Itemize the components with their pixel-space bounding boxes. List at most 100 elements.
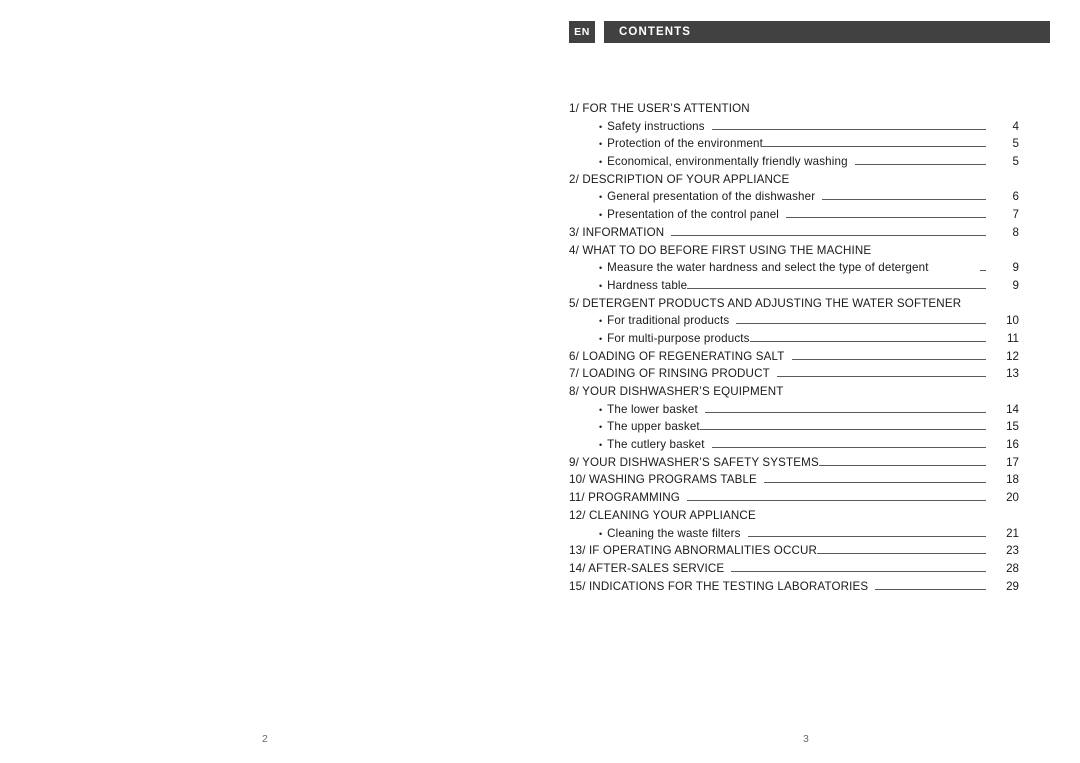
toc-page-number: 10 — [1006, 314, 1019, 328]
toc-entry-label: Hardness table — [607, 278, 688, 292]
toc-page-number: 8 — [1012, 225, 1019, 239]
toc-subentry[interactable]: • Safety instructions 4 — [569, 120, 1019, 138]
table-of-contents: 1/ FOR THE USER’S ATTENTION • Safety instr… — [569, 102, 1019, 597]
toc-page-number: 23 — [1006, 544, 1019, 558]
toc-entry-label: 7/ LOADING OF RINSING PRODUCT — [569, 367, 770, 381]
toc-page-number: 11 — [1006, 331, 1019, 345]
bullet-icon: • — [599, 404, 603, 415]
toc-leader-line — [784, 394, 986, 395]
toc-leader-line — [875, 588, 986, 590]
page-title: CONTENTS — [604, 21, 1050, 43]
toc-section-entry[interactable]: 2/ DESCRIPTION OF YOUR APPLIANCE — [569, 173, 1019, 191]
toc-page-number: 17 — [1006, 455, 1019, 469]
toc-section-entry[interactable]: 9/ YOUR DISHWASHER’S SAFETY SYSTEMS 17 — [569, 456, 1019, 474]
toc-entry-label: 15/ INDICATIONS FOR THE TESTING LABORATO… — [569, 579, 869, 593]
toc-leader-line — [763, 482, 987, 484]
toc-page-number: 28 — [1006, 561, 1019, 575]
toc-leader-line — [818, 464, 987, 466]
toc-leader-line — [750, 111, 986, 112]
toc-page-number: 16 — [1006, 438, 1019, 452]
bullet-icon: • — [599, 192, 603, 203]
toc-leader-line — [699, 429, 987, 431]
toc-subentry[interactable]: • The cutlery basket 16 — [569, 438, 1019, 456]
toc-entry-label: 4/ WHAT TO DO BEFORE FIRST USING THE MAC… — [569, 243, 872, 257]
bullet-icon: • — [599, 263, 603, 274]
toc-entry-label: 11/ PROGRAMMING — [569, 491, 680, 505]
toc-subentry[interactable]: • Hardness table 9 — [569, 279, 1019, 297]
toc-subentry[interactable]: • For traditional products 10 — [569, 314, 1019, 332]
toc-entry-label: Cleaning the waste filters — [607, 526, 741, 540]
toc-section-entry[interactable]: 7/ LOADING OF RINSING PRODUCT 13 — [569, 367, 1019, 385]
bullet-icon: • — [599, 528, 603, 539]
bullet-icon: • — [599, 210, 603, 221]
toc-entry-label: Safety instructions — [607, 119, 705, 133]
toc-page-number: 7 — [1012, 208, 1019, 222]
toc-page-number: 6 — [1012, 190, 1019, 204]
toc-page-number: 21 — [1006, 526, 1019, 540]
toc-section-entry[interactable]: 6/ LOADING OF REGENERATING SALT 12 — [569, 350, 1019, 368]
toc-entry-label: The lower basket — [607, 402, 698, 416]
toc-subentry[interactable]: • For multi-purpose products 11 — [569, 332, 1019, 350]
toc-subentry[interactable]: • Presentation of the control panel 7 — [569, 208, 1019, 226]
bullet-icon: • — [599, 121, 603, 132]
toc-page-number: 14 — [1006, 402, 1019, 416]
language-badge: EN — [569, 21, 595, 43]
toc-leader-line — [756, 518, 986, 519]
toc-section-entry[interactable]: 10/ WASHING PROGRAMS TABLE 18 — [569, 473, 1019, 491]
toc-page-number: 5 — [1012, 155, 1019, 169]
toc-leader-line — [776, 376, 987, 378]
toc-entry-label: 2/ DESCRIPTION OF YOUR APPLIANCE — [569, 172, 790, 186]
toc-page-number: 9 — [1012, 261, 1019, 275]
toc-page-number: 12 — [1006, 349, 1019, 363]
toc-entry-label: Economical, environmentally friendly was… — [607, 155, 848, 169]
toc-page-number: 4 — [1012, 119, 1019, 133]
toc-section-entry[interactable]: 3/ INFORMATION 8 — [569, 226, 1019, 244]
toc-page-number: 18 — [1006, 473, 1019, 487]
toc-leader-line — [687, 287, 986, 289]
toc-entry-label: 6/ LOADING OF REGENERATING SALT — [569, 349, 785, 363]
toc-entry-label: 9/ YOUR DISHWASHER’S SAFETY SYSTEMS — [569, 455, 819, 469]
toc-leader-line — [854, 164, 987, 166]
toc-section-entry[interactable]: 12/ CLEANING YOUR APPLIANCE — [569, 509, 1019, 527]
toc-leader-line — [936, 270, 987, 272]
toc-page-number: 29 — [1006, 579, 1019, 593]
toc-entry-label: 12/ CLEANING YOUR APPLIANCE — [569, 508, 756, 522]
toc-subentry[interactable]: • General presentation of the dishwasher 6 — [569, 190, 1019, 208]
toc-section-entry[interactable]: 4/ WHAT TO DO BEFORE FIRST USING THE MAC… — [569, 244, 1019, 262]
toc-section-entry[interactable]: 13/ IF OPERATING ABNORMALITIES OCCUR 23 — [569, 544, 1019, 562]
toc-section-entry[interactable]: 8/ YOUR DISHWASHER’S EQUIPMENT — [569, 385, 1019, 403]
toc-entry-label: 14/ AFTER-SALES SERVICE — [569, 561, 725, 575]
toc-leader-line — [731, 570, 986, 572]
toc-entry-label: 13/ IF OPERATING ABNORMALITIES OCCUR — [569, 544, 818, 558]
toc-subentry[interactable]: • The lower basket 14 — [569, 403, 1019, 421]
toc-subentry[interactable]: • Protection of the environment 5 — [569, 137, 1019, 155]
bullet-icon: • — [599, 157, 603, 168]
toc-entry-label: 5/ DETERGENT PRODUCTS AND ADJUSTING THE … — [569, 296, 962, 310]
toc-entry-label: Protection of the environment — [607, 137, 763, 151]
toc-leader-line — [736, 323, 986, 325]
toc-leader-line — [671, 234, 986, 236]
toc-entry-label: 1/ FOR THE USER’S ATTENTION — [569, 102, 750, 115]
toc-leader-line — [817, 553, 986, 555]
toc-section-entry[interactable]: 5/ DETERGENT PRODUCTS AND ADJUSTING THE … — [569, 297, 1019, 315]
toc-entry-label: The upper basket — [607, 420, 700, 434]
toc-entry-label: 3/ INFORMATION — [569, 225, 665, 239]
toc-entry-label: General presentation of the dishwasher — [607, 190, 816, 204]
toc-leader-line — [747, 535, 987, 537]
toc-subentry[interactable]: • Measure the water hardness and select t… — [569, 261, 1019, 279]
toc-subentry[interactable]: • The upper basket 15 — [569, 420, 1019, 438]
toc-section-entry[interactable]: 15/ INDICATIONS FOR THE TESTING LABORATO… — [569, 580, 1019, 598]
toc-entry-label: 10/ WASHING PROGRAMS TABLE — [569, 473, 757, 487]
toc-section-entry[interactable]: 14/ AFTER-SALES SERVICE 28 — [569, 562, 1019, 580]
page-header: EN CONTENTS — [569, 21, 1050, 43]
toc-entry-label: 8/ YOUR DISHWASHER’S EQUIPMENT — [569, 385, 784, 398]
toc-leader-line — [704, 411, 987, 413]
toc-subentry[interactable]: • Economical, environmentally friendly wa… — [569, 155, 1019, 173]
toc-leader-line — [871, 253, 986, 254]
toc-subentry[interactable]: • Cleaning the waste filters 21 — [569, 527, 1019, 545]
toc-section-entry[interactable]: 11/ PROGRAMMING 20 — [569, 491, 1019, 509]
bullet-icon: • — [599, 280, 603, 291]
toc-entry-label: For traditional products — [607, 314, 730, 328]
toc-leader-line — [749, 340, 987, 342]
toc-section-entry[interactable]: 1/ FOR THE USER’S ATTENTION — [569, 102, 1019, 120]
